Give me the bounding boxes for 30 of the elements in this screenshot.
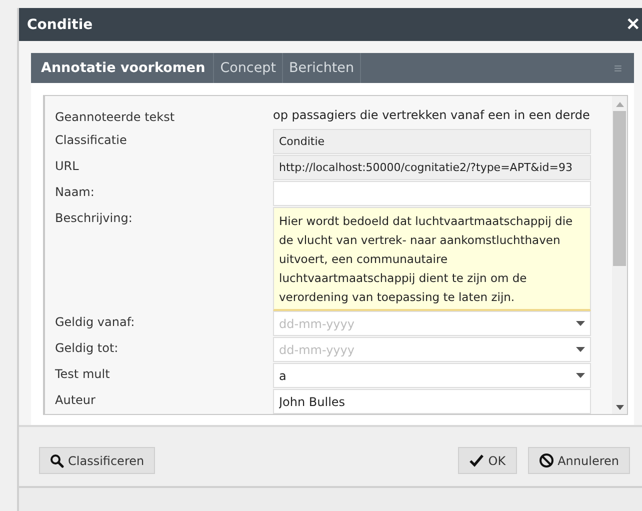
caret-icon <box>576 321 585 326</box>
field-label: Geannoteerde tekst <box>55 109 176 124</box>
caret-icon <box>576 373 585 378</box>
scroll-down-icon[interactable] <box>616 405 624 410</box>
ok-button[interactable]: OK <box>458 447 517 474</box>
window-title: Conditie <box>27 16 93 32</box>
cancel-button[interactable]: Annuleren <box>528 447 630 474</box>
classify-button[interactable]: Classificeren <box>39 447 156 474</box>
field-label: Auteur <box>55 392 96 408</box>
caret-icon <box>576 347 585 352</box>
field-label: Geldig tot: <box>55 340 120 356</box>
annotated-text: op passagiers die vertrekken vanaf een in een derde <box>273 107 590 122</box>
description-field[interactable]: Hier wordt bedoeld dat luchtvaartmaatschappij die de vlucht van vertrek- naar aankomstluchthaven uitvoert, een communautaire luchtvaartmaatschappij dient te zijn om de verordening van toepassing te laten zijn. <box>273 206 591 311</box>
search-icon <box>50 454 64 468</box>
scrollbar[interactable] <box>612 96 627 414</box>
dropdown-field[interactable]: a <box>273 363 591 388</box>
field-label: Test mult <box>55 366 111 382</box>
input-field[interactable] <box>273 180 591 206</box>
close-button[interactable]: ✕ <box>622 14 642 35</box>
field-label: URL <box>55 158 80 173</box>
field-label: Beschrijving: <box>55 210 134 225</box>
field-label: Geldig vanaf: <box>55 314 136 330</box>
readonly-field: Conditie <box>273 129 591 154</box>
scroll-thumb[interactable] <box>613 111 626 266</box>
field-label: Classificatie <box>55 132 128 147</box>
field-label: Naam: <box>55 184 96 199</box>
readonly-field: http://localhost:50000/cognitatie2/?type=APT&id=93 <box>273 154 591 180</box>
check-icon <box>469 454 484 467</box>
scroll-up-icon[interactable] <box>616 102 624 107</box>
cancel-icon <box>538 453 554 468</box>
